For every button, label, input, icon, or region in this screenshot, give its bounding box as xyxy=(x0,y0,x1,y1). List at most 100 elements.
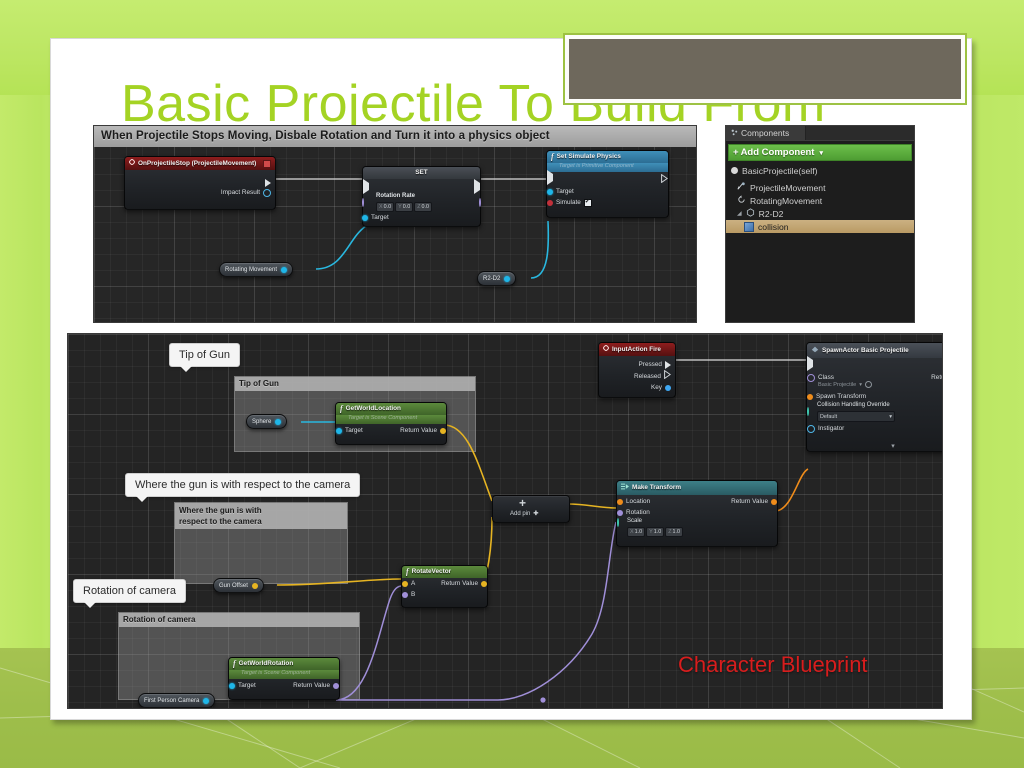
variable-sphere[interactable]: Sphere xyxy=(246,414,288,429)
blueprint-graph-projectile[interactable]: When Projectile Stops Moving, Disbale Ro… xyxy=(93,125,697,323)
spawn-exec-in[interactable] xyxy=(807,356,813,371)
sim-exec-out[interactable] xyxy=(661,173,669,185)
rotation-pin[interactable] xyxy=(617,509,623,516)
target-pin[interactable] xyxy=(229,682,235,689)
variable-first-person-camera[interactable]: First Person Camera xyxy=(138,693,216,708)
callout-tip-of-gun: Tip of Gun xyxy=(169,343,240,372)
class-pin[interactable] xyxy=(807,373,815,382)
add-pin-row[interactable]: Add pin ✚ xyxy=(510,510,538,518)
pin-label: Released xyxy=(633,372,661,380)
node-body: Target Return Value xyxy=(229,679,339,699)
gwr-return-row: Return Value xyxy=(293,681,339,690)
components-panel[interactable]: Components + Add Component ▾ BasicProjec… xyxy=(725,125,915,323)
target-pin[interactable] xyxy=(336,427,342,434)
event-icon xyxy=(128,158,136,168)
node-get-world-location[interactable]: f GetWorldLocation Target is Scene Compo… xyxy=(335,402,447,445)
node-body: Class Basic Projectile ▾ Spawn Transform… xyxy=(807,356,942,451)
node-set-simulate-physics[interactable]: f Set Simulate Physics Target is Primiti… xyxy=(546,150,669,218)
mt-scale-pin[interactable] xyxy=(617,518,619,527)
collision-handling-dropdown[interactable]: Default ▾ xyxy=(817,411,895,422)
input-a-pin[interactable] xyxy=(402,580,408,587)
component-row-r2d2[interactable]: ◢ R2-D2 xyxy=(726,207,914,220)
chevron-down-icon: ▾ xyxy=(889,413,892,420)
node-make-transform[interactable]: Make Transform Location Rotation Scale X… xyxy=(616,480,778,547)
return-value-pin[interactable] xyxy=(333,682,339,689)
component-row-rotatingmovement[interactable]: RotatingMovement xyxy=(726,194,914,207)
comment-title: Tip of Gun xyxy=(235,377,475,391)
node-pin-impact-result: Impact Result xyxy=(129,188,271,197)
expand-triangle-icon[interactable]: ◢ xyxy=(737,210,742,217)
variable-out-pin[interactable] xyxy=(281,266,288,273)
node-header: SET xyxy=(363,167,480,179)
node-subtitle: Target is Scene Component xyxy=(241,670,311,676)
set-exec-out[interactable] xyxy=(474,179,480,194)
add-component-button[interactable]: + Add Component ▾ xyxy=(728,144,912,161)
pin-label: Target xyxy=(556,188,574,195)
node-on-projectile-stop[interactable]: OnProjectileStop (ProjectileMovement) Im… xyxy=(124,156,276,210)
tab-components[interactable]: Components xyxy=(726,126,807,140)
gwl-return-row: Return Value xyxy=(400,426,446,435)
mt-rotation-row: Rotation xyxy=(617,508,650,517)
node-get-world-rotation[interactable]: f GetWorldRotation Target is Scene Compo… xyxy=(228,657,340,700)
location-pin[interactable] xyxy=(617,498,623,505)
node-title: SET xyxy=(415,169,428,176)
impact-result-pin[interactable] xyxy=(263,188,271,197)
delegate-pin-icon[interactable] xyxy=(263,159,271,168)
simulate-checkbox[interactable] xyxy=(583,198,592,207)
node-add-vector[interactable]: + Add pin ✚ xyxy=(492,495,570,523)
variable-rotating-movement[interactable]: Rotating Movement xyxy=(219,262,294,277)
variable-out-pin[interactable] xyxy=(504,275,511,282)
input-b-pin[interactable] xyxy=(402,591,408,598)
released-exec-pin[interactable] xyxy=(664,369,672,382)
sim-exec-in[interactable] xyxy=(547,170,553,185)
return-value-pin[interactable] xyxy=(481,580,487,587)
node-input-action-fire[interactable]: InputAction Fire Pressed Released Key xyxy=(598,342,676,398)
return-value-pin[interactable] xyxy=(771,498,777,505)
set-exec-in[interactable] xyxy=(363,179,369,194)
exec-out-pin[interactable] xyxy=(265,179,271,187)
variable-r2d2[interactable]: R2-D2 xyxy=(477,271,517,286)
node-title: GetWorldRotation xyxy=(238,660,294,667)
node-set-rotation-rate[interactable]: SET Rotation Rate X 0.0 Y 0.0 Z 0.0 Target xyxy=(362,166,481,227)
set-value-in-pin[interactable] xyxy=(362,198,364,207)
component-label: RotatingMovement xyxy=(750,195,823,206)
variable-label: Rotating Movement xyxy=(225,266,278,273)
component-row-basicprojectile[interactable]: BasicProjectile(self) xyxy=(726,164,914,177)
pin-label: Instigator xyxy=(818,425,845,432)
component-row-projectilemovement[interactable]: ProjectileMovement xyxy=(726,181,914,194)
rotation-rate-fields[interactable]: X 0.0 Y 0.0 Z 0.0 xyxy=(376,202,433,212)
variable-out-pin[interactable] xyxy=(203,697,210,704)
rv-b-row: B xyxy=(402,590,415,599)
set-target-pin[interactable] xyxy=(362,214,368,221)
variable-gun-offset[interactable]: Gun Offset xyxy=(213,578,264,593)
blueprint-graph-character[interactable]: Tip of Gun Where the gun is with respect… xyxy=(67,333,943,709)
comment-box-gun-offset[interactable]: Where the gun is with respect to the cam… xyxy=(174,502,348,584)
scale-fields[interactable]: X 1.0 Y 1.0 Z 1.0 xyxy=(627,527,684,537)
node-header: f GetWorldLocation xyxy=(336,403,446,415)
spawn-transform-pin[interactable] xyxy=(807,393,813,400)
chevron-down-icon[interactable]: ▾ xyxy=(859,382,862,388)
browse-icon[interactable] xyxy=(865,381,873,388)
instigator-pin[interactable] xyxy=(807,424,815,433)
simulate-pin[interactable] xyxy=(547,199,553,206)
node-body: + Add pin ✚ xyxy=(493,496,569,522)
node-spawn-actor-basic-projectile[interactable]: SpawnActor Basic Projectile Class Basic … xyxy=(806,342,942,452)
variable-out-pin[interactable] xyxy=(251,582,258,589)
return-value-pin[interactable] xyxy=(440,427,446,434)
expand-node-icon[interactable]: ▾ xyxy=(891,442,895,450)
node-body: Target Simulate xyxy=(547,170,669,217)
set-value-out-pin[interactable] xyxy=(479,198,481,207)
sim-target-pin[interactable] xyxy=(547,188,553,195)
collision-pin[interactable] xyxy=(807,407,809,416)
sphere-icon xyxy=(731,167,738,174)
component-row-collision[interactable]: collision xyxy=(726,220,914,233)
components-tab-row: Components xyxy=(726,126,914,141)
class-value-row[interactable]: Basic Projectile ▾ xyxy=(818,381,873,388)
mesh-icon xyxy=(746,208,755,219)
key-pin[interactable] xyxy=(665,384,671,391)
variable-out-pin[interactable] xyxy=(275,418,282,425)
pressed-exec-pin[interactable] xyxy=(665,360,671,369)
node-rotate-vector[interactable]: f RotateVector A B Return Value xyxy=(401,565,488,608)
node-header: f RotateVector xyxy=(402,566,487,578)
node-body: Impact Result xyxy=(125,170,275,209)
